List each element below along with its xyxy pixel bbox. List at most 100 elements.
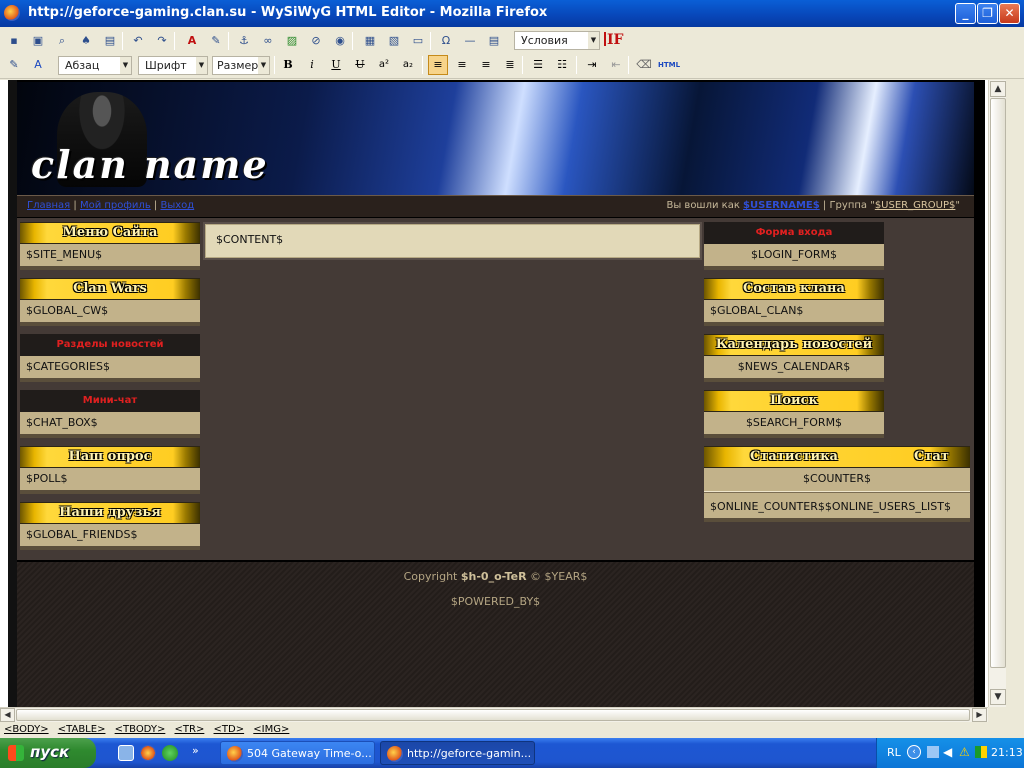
block-friends[interactable]: Наши друзья $GLOBAL_FRIENDS$ xyxy=(20,502,200,550)
indent-icon[interactable]: ⇥ xyxy=(584,57,600,73)
network-icon[interactable] xyxy=(927,746,939,758)
save-as-icon[interactable]: ▣ xyxy=(30,33,46,49)
scroll-down-icon[interactable]: ▼ xyxy=(990,689,1006,705)
horizontal-rule-icon[interactable]: — xyxy=(462,33,478,49)
align-center-icon[interactable]: ≡ xyxy=(454,57,470,73)
ordered-list-icon[interactable]: ☰ xyxy=(530,57,546,73)
block-login-form[interactable]: Форма входа $LOGIN_FORM$ xyxy=(704,222,884,270)
show-desktop-icon[interactable] xyxy=(118,745,134,761)
strikethrough-button[interactable]: U xyxy=(352,57,368,73)
block-clan-roster[interactable]: Состав клана $GLOBAL_CLAN$ xyxy=(704,278,884,326)
block-body-2: $ONLINE_COUNTER$$ONLINE_USERS_LIST$ xyxy=(704,492,970,522)
block-mini-chat[interactable]: Мини-чат $CHAT_BOX$ xyxy=(20,390,200,438)
align-left-icon[interactable]: ≡ xyxy=(428,55,448,75)
scroll-thumb[interactable] xyxy=(990,98,1006,668)
start-button[interactable]: пуск xyxy=(0,738,96,768)
paste-icon[interactable]: ▤ xyxy=(102,33,118,49)
username-link[interactable]: $USERNAME$ xyxy=(743,200,820,211)
scroll-right-icon[interactable]: ▶ xyxy=(972,708,987,722)
special-char-icon[interactable]: Ω xyxy=(438,33,454,49)
chevron-down-icon: ▼ xyxy=(120,57,131,74)
tag-tbody[interactable]: <TBODY> xyxy=(115,724,166,735)
window-titlebar[interactable]: http://geforce-gaming.clan.su - WySiWyG … xyxy=(0,0,1024,27)
if-button[interactable]: IF xyxy=(604,32,624,48)
firefox-quicklaunch-icon[interactable] xyxy=(140,745,156,761)
anchor-icon[interactable]: ⚓ xyxy=(236,33,252,49)
warning-icon[interactable]: ⚠ xyxy=(959,745,970,759)
paragraph-select-value: Абзац xyxy=(65,59,100,72)
styles-icon[interactable]: A xyxy=(30,57,46,73)
chevron-right-icon[interactable]: » xyxy=(192,744,199,757)
layer-icon[interactable]: ▤ xyxy=(486,33,502,49)
save-icon[interactable]: ▪ xyxy=(6,33,22,49)
block-news-calendar[interactable]: Календарь новостей $NEWS_CALENDAR$ xyxy=(704,334,884,382)
undo-icon[interactable]: ↶ xyxy=(130,33,146,49)
tag-table[interactable]: <TABLE> xyxy=(58,724,106,735)
subscript-button[interactable]: a₂ xyxy=(400,57,416,73)
block-site-menu[interactable]: Меню Сайта $SITE_MENU$ xyxy=(20,222,200,270)
superscript-button[interactable]: a² xyxy=(376,57,392,73)
media-icon[interactable]: ◉ xyxy=(332,33,348,49)
align-justify-icon[interactable]: ≣ xyxy=(502,57,518,73)
text-color-icon[interactable]: A xyxy=(184,33,200,49)
maximize-button[interactable]: ❐ xyxy=(977,3,998,24)
language-indicator[interactable]: RL xyxy=(887,746,901,759)
paragraph-select[interactable]: Абзац ▼ xyxy=(58,56,132,75)
preview-icon[interactable]: ⌕ xyxy=(54,33,70,49)
italic-button[interactable]: i xyxy=(304,57,320,73)
find-icon[interactable]: ♠ xyxy=(78,33,94,49)
tray-expand-icon[interactable]: ‹ xyxy=(907,745,921,759)
block-categories[interactable]: Разделы новостей $CATEGORIES$ xyxy=(20,334,200,382)
eraser-icon[interactable]: ⌫ xyxy=(636,57,652,73)
bold-button[interactable]: B xyxy=(280,57,296,73)
underline-button[interactable]: U xyxy=(328,57,344,73)
form-icon[interactable]: ▭ xyxy=(410,33,426,49)
tag-tr[interactable]: <TR> xyxy=(175,724,205,735)
image-icon[interactable]: ▨ xyxy=(284,33,300,49)
outdent-icon[interactable]: ⇤ xyxy=(608,57,624,73)
nav-link-profile[interactable]: Мой профиль xyxy=(80,200,151,211)
block-clan-wars[interactable]: Clan Wars $GLOBAL_CW$ xyxy=(20,278,200,326)
redo-icon[interactable]: ↷ xyxy=(154,33,170,49)
block-body: $NEWS_CALENDAR$ xyxy=(704,356,884,382)
align-right-icon[interactable]: ≡ xyxy=(478,57,494,73)
conditions-select[interactable]: Условия ▼ xyxy=(514,31,600,50)
icq-icon[interactable] xyxy=(162,745,178,761)
user-group-link[interactable]: $USER_GROUP$ xyxy=(875,200,956,211)
edit-icon[interactable]: ✎ xyxy=(6,57,22,73)
content-placeholder[interactable]: $CONTENT$ xyxy=(203,222,702,260)
scroll-up-icon[interactable]: ▲ xyxy=(990,81,1006,97)
size-select[interactable]: Размер ▼ xyxy=(212,56,270,75)
vertical-scrollbar[interactable]: ▲ ▼ xyxy=(988,80,1006,707)
scroll-left-icon[interactable]: ◀ xyxy=(0,708,15,722)
highlight-icon[interactable]: ✎ xyxy=(208,33,224,49)
block-header: Календарь новостей xyxy=(704,334,884,356)
tag-body[interactable]: <BODY> xyxy=(4,724,49,735)
horizontal-scrollbar[interactable]: ◀ ▶ xyxy=(0,707,988,722)
nav-link-logout[interactable]: Выход xyxy=(160,200,194,211)
app-tray-icon[interactable] xyxy=(975,746,987,758)
table-props-icon[interactable]: ▧ xyxy=(386,33,402,49)
tag-img[interactable]: <IMG> xyxy=(253,724,289,735)
table-icon[interactable]: ▦ xyxy=(362,33,378,49)
block-search[interactable]: Поиск $SEARCH_FORM$ xyxy=(704,390,884,438)
site-banner[interactable]: clan name xyxy=(17,82,974,195)
minimize-button[interactable]: _ xyxy=(955,3,976,24)
tag-td[interactable]: <TD> xyxy=(214,724,245,735)
task-button-gateway[interactable]: 504 Gateway Time-o... xyxy=(220,741,375,765)
scroll-thumb[interactable] xyxy=(16,709,970,721)
font-select[interactable]: Шрифт ▼ xyxy=(138,56,208,75)
speaker-icon[interactable]: ◀ xyxy=(943,745,952,759)
html-source-button[interactable]: HTML xyxy=(658,57,680,73)
link-icon[interactable]: ∞ xyxy=(260,33,276,49)
editor-frame[interactable]: clan name Главная | Мой профиль | Выход … xyxy=(0,80,1006,707)
block-poll[interactable]: Наш опрос $POLL$ xyxy=(20,446,200,494)
task-button-editor[interactable]: http://geforce-gamin... xyxy=(380,741,535,765)
close-button[interactable]: ✕ xyxy=(999,3,1020,24)
unordered-list-icon[interactable]: ☷ xyxy=(554,57,570,73)
block-body: $GLOBAL_CLAN$ xyxy=(704,300,884,326)
nav-link-home[interactable]: Главная xyxy=(27,200,70,211)
copyright-prefix: Copyright xyxy=(403,570,458,583)
flash-icon[interactable]: ⊘ xyxy=(308,33,324,49)
block-statistics[interactable]: Статистика Стат $COUNTER$ $ONLINE_COUNTE… xyxy=(704,446,970,522)
